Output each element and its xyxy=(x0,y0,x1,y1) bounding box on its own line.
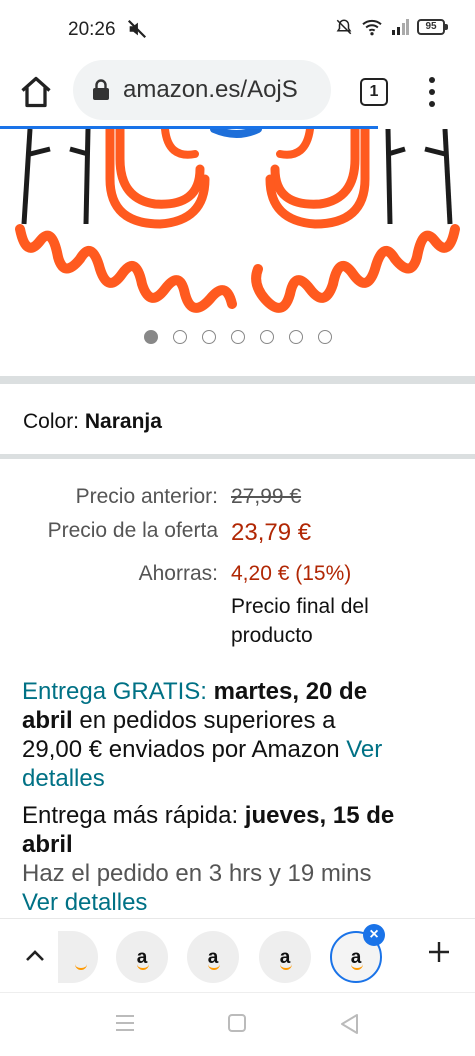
color-label: Color: xyxy=(23,410,80,433)
deal-price-label: Precio de la oferta xyxy=(47,519,218,542)
savings-value: 4,20 € (15%) xyxy=(231,562,352,585)
amazon-logo-icon xyxy=(75,948,89,970)
final-price-note-2: producto xyxy=(231,624,313,647)
fast-delivery-label: Entrega más rápida: xyxy=(22,802,239,829)
back-icon[interactable] xyxy=(339,1013,359,1035)
carousel-dot[interactable] xyxy=(202,330,216,344)
fast-delivery-message: Entrega más rápida: jueves, 15 de abril … xyxy=(22,801,452,917)
tab-thumbnail[interactable]: a xyxy=(259,931,311,983)
free-delivery-message: Entrega GRATIS: martes, 20 de abril en p… xyxy=(22,677,452,793)
amazon-logo-icon: a xyxy=(350,946,363,970)
savings-label: Ahorras: xyxy=(138,562,218,585)
section-divider xyxy=(0,454,475,459)
tab-strip: a a a a xyxy=(0,918,475,992)
carousel-dot[interactable] xyxy=(318,330,332,344)
close-tab-icon[interactable]: × xyxy=(363,924,385,946)
address-bar[interactable]: amazon.es/AojS xyxy=(73,60,331,120)
tab-thumbnail[interactable] xyxy=(58,931,98,983)
free-delivery-date-2: abril xyxy=(22,707,73,734)
final-price-note: Precio final del xyxy=(231,595,369,618)
delivery-details-link[interactable]: Ver xyxy=(346,736,382,763)
status-time: 20:26 xyxy=(68,19,116,40)
lock-icon xyxy=(93,79,109,100)
free-delivery-condition: en pedidos superiores a xyxy=(79,707,336,734)
previous-price-value: 27,99 € xyxy=(231,485,302,508)
battery-icon: 95 xyxy=(417,19,448,35)
status-bar: 20:26 95 xyxy=(0,0,475,60)
carousel-dot[interactable] xyxy=(144,330,158,344)
tab-thumbnail[interactable]: a xyxy=(116,931,168,983)
url-text: amazon.es/AojS xyxy=(123,76,298,103)
recent-apps-icon[interactable] xyxy=(114,1013,136,1033)
carousel-dot[interactable] xyxy=(231,330,245,344)
free-delivery-label: Entrega GRATIS: xyxy=(22,678,207,705)
mute-icon xyxy=(127,19,147,39)
image-carousel-indicator xyxy=(144,330,332,344)
color-selection: Color: Naranja xyxy=(23,410,162,434)
carousel-dot[interactable] xyxy=(289,330,303,344)
overflow-menu-icon[interactable] xyxy=(424,75,440,109)
deal-price-value: 23,79 € xyxy=(231,519,312,546)
fast-delivery-date-2: abril xyxy=(22,831,73,858)
order-countdown: Haz el pedido en 3 hrs y 19 mins xyxy=(22,860,372,887)
alarm-off-icon xyxy=(336,19,352,35)
chevron-up-icon[interactable] xyxy=(24,947,46,963)
section-divider xyxy=(0,376,475,384)
wifi-icon xyxy=(362,19,382,36)
system-nav-bar xyxy=(0,992,475,1056)
free-delivery-date: martes, 20 de xyxy=(213,678,368,705)
carousel-dot[interactable] xyxy=(173,330,187,344)
tab-thumbnail[interactable]: a xyxy=(187,931,239,983)
previous-price-label: Precio anterior: xyxy=(75,485,218,508)
fast-delivery-details-link[interactable]: Ver detalles xyxy=(22,889,147,916)
carousel-dot[interactable] xyxy=(260,330,274,344)
signal-icon xyxy=(392,19,409,35)
tab-switcher-button[interactable]: 1 xyxy=(360,78,388,106)
product-image[interactable] xyxy=(0,129,475,319)
delivery-details-link-2[interactable]: detalles xyxy=(22,765,105,792)
free-delivery-condition-2: 29,00 € enviados por Amazon xyxy=(22,736,340,763)
color-value: Naranja xyxy=(84,410,162,433)
new-tab-plus-icon[interactable] xyxy=(427,940,451,964)
home-icon[interactable] xyxy=(18,74,54,110)
amazon-logo-icon: a xyxy=(207,946,220,970)
fast-delivery-date: jueves, 15 de xyxy=(244,802,395,829)
browser-toolbar: amazon.es/AojS 1 xyxy=(0,60,475,128)
amazon-logo-icon: a xyxy=(136,946,149,970)
status-icons: 95 xyxy=(335,18,448,36)
amazon-logo-icon: a xyxy=(279,946,292,970)
home-nav-icon[interactable] xyxy=(227,1013,247,1033)
bike-hook-illustration xyxy=(15,129,460,313)
